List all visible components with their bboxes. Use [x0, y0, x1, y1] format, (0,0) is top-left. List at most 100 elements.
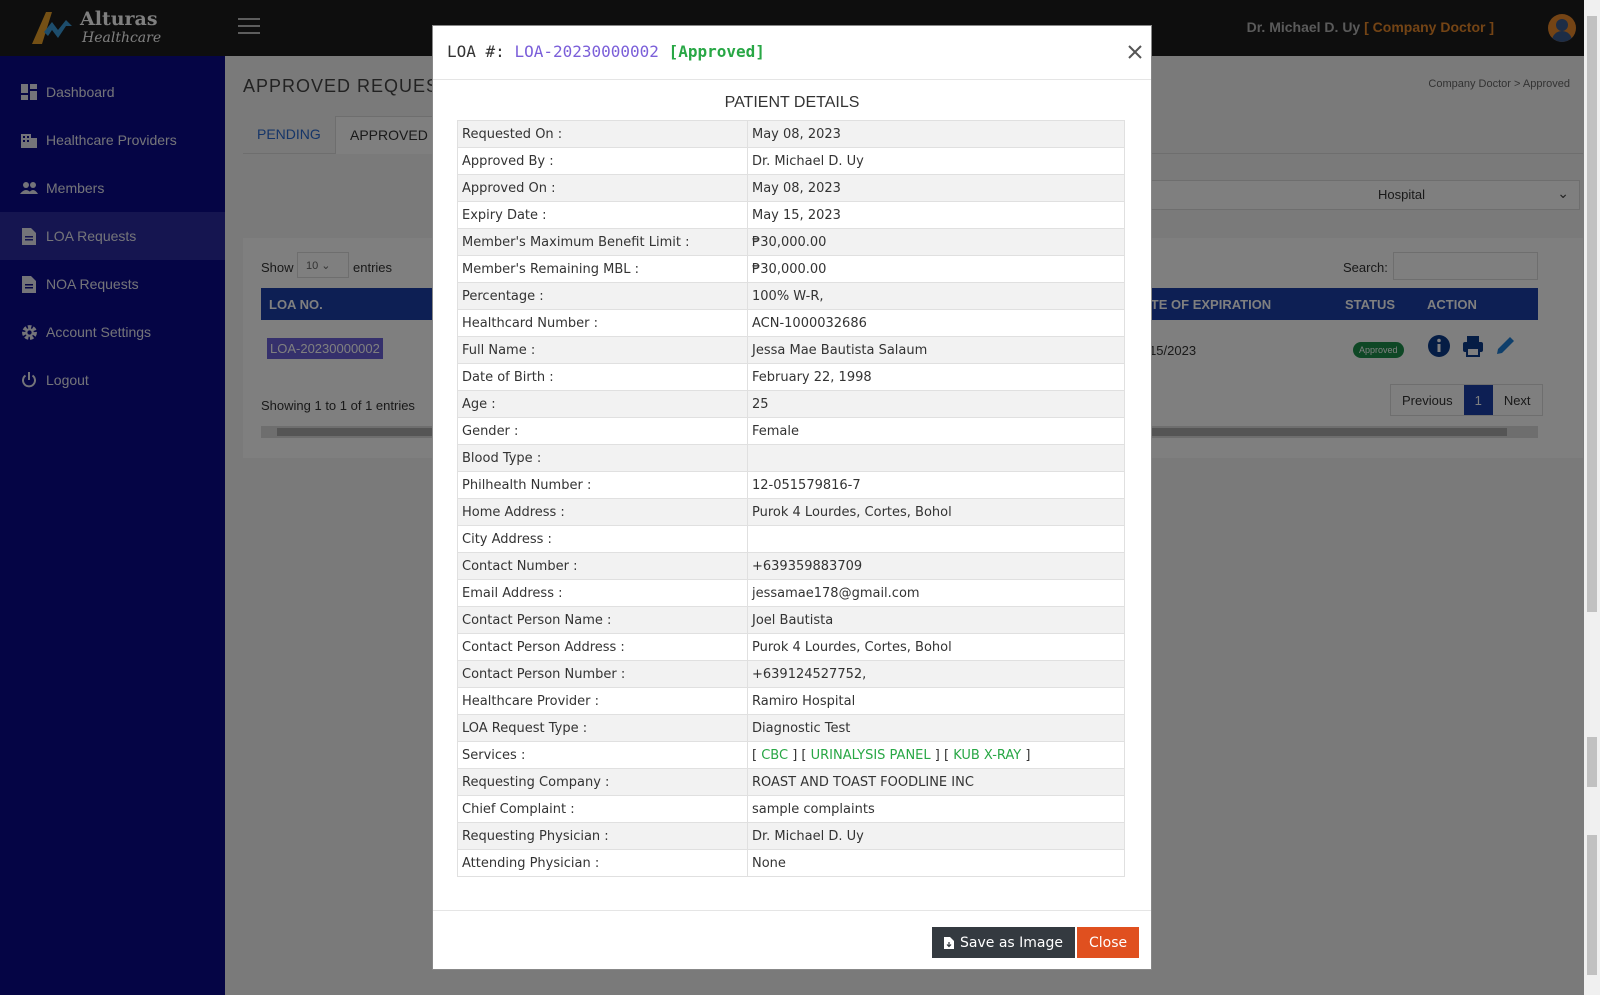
table-row: Attending Physician : None — [457, 849, 1125, 877]
detail-label: Member's Maximum Benefit Limit : — [457, 228, 748, 256]
detail-value: None — [747, 849, 1125, 877]
detail-value: +639124527752, — [747, 660, 1125, 688]
table-row: Contact Person Address : Purok 4 Lourdes,… — [457, 633, 1125, 661]
service-item: URINALYSIS PANEL — [810, 747, 931, 763]
detail-value: Purok 4 Lourdes, Cortes, Bohol — [747, 498, 1125, 526]
detail-label: Blood Type : — [457, 444, 748, 472]
table-row: Requesting Physician : Dr. Michael D. Uy — [457, 822, 1125, 850]
detail-label: Healthcare Provider : — [457, 687, 748, 715]
table-row: Gender : Female — [457, 417, 1125, 445]
detail-label: Home Address : — [457, 498, 748, 526]
table-row: Healthcare Provider : Ramiro Hospital — [457, 687, 1125, 715]
detail-label: Approved On : — [457, 174, 748, 202]
detail-value — [747, 525, 1125, 553]
detail-value: Jessa Mae Bautista Salaum — [747, 336, 1125, 364]
table-row: City Address : — [457, 525, 1125, 553]
detail-label: Healthcard Number : — [457, 309, 748, 337]
detail-label: Services : — [457, 741, 748, 769]
detail-value: Ramiro Hospital — [747, 687, 1125, 715]
table-row: Chief Complaint : sample complaints — [457, 795, 1125, 823]
detail-value — [747, 444, 1125, 472]
detail-label: Date of Birth : — [457, 363, 748, 391]
detail-value: February 22, 1998 — [747, 363, 1125, 391]
detail-label: Contact Person Name : — [457, 606, 748, 634]
detail-label: Requested On : — [457, 120, 748, 148]
table-row: Member's Remaining MBL : ₱30,000.00 — [457, 255, 1125, 283]
detail-label: Percentage : — [457, 282, 748, 310]
detail-label: Member's Remaining MBL : — [457, 255, 748, 283]
table-row: Expiry Date : May 15, 2023 — [457, 201, 1125, 229]
detail-value: 12-051579816-7 — [747, 471, 1125, 499]
section-title: PATIENT DETAILS — [724, 94, 860, 111]
detail-value: sample complaints — [747, 795, 1125, 823]
save-button-label: Save as Image — [960, 934, 1063, 951]
detail-label: Contact Person Address : — [457, 633, 748, 661]
table-row: Member's Maximum Benefit Limit : ₱30,000.… — [457, 228, 1125, 256]
detail-value: ROAST AND TOAST FOODLINE INC — [747, 768, 1125, 796]
detail-label: City Address : — [457, 525, 748, 553]
detail-label: LOA Request Type : — [457, 714, 748, 742]
service-item: KUB X-RAY — [953, 747, 1022, 763]
detail-value: Joel Bautista — [747, 606, 1125, 634]
loa-status: [Approved] — [668, 42, 765, 61]
detail-value: May 15, 2023 — [747, 201, 1125, 229]
detail-label: Gender : — [457, 417, 748, 445]
detail-value: May 08, 2023 — [747, 174, 1125, 202]
detail-label: Contact Person Number : — [457, 660, 748, 688]
save-as-image-button[interactable]: Save as Image — [932, 927, 1075, 958]
detail-value: ACN-1000032686 — [747, 309, 1125, 337]
table-row: Approved By : Dr. Michael D. Uy — [457, 147, 1125, 175]
detail-label: Attending Physician : — [457, 849, 748, 877]
table-row: Approved On : May 08, 2023 — [457, 174, 1125, 202]
table-row: Date of Birth : February 22, 1998 — [457, 363, 1125, 391]
detail-label: Expiry Date : — [457, 201, 748, 229]
detail-value: ₱30,000.00 — [747, 255, 1125, 283]
detail-label: Requesting Physician : — [457, 822, 748, 850]
detail-value: ₱30,000.00 — [747, 228, 1125, 256]
loa-number: LOA-20230000002 — [514, 42, 659, 61]
close-button[interactable]: Close — [1077, 927, 1140, 958]
detail-label: Full Name : — [457, 336, 748, 364]
close-icon[interactable] — [1123, 40, 1147, 64]
detail-value: jessamae178@gmail.com — [747, 579, 1125, 607]
detail-value: Dr. Michael D. Uy — [747, 822, 1125, 850]
detail-value: Diagnostic Test — [747, 714, 1125, 742]
detail-label: Approved By : — [457, 147, 748, 175]
modal-header: LOA #: LOA-20230000002 [Approved] — [433, 26, 1151, 80]
detail-label: Contact Number : — [457, 552, 748, 580]
detail-value: Dr. Michael D. Uy — [747, 147, 1125, 175]
table-row: Blood Type : — [457, 444, 1125, 472]
table-row: Full Name : Jessa Mae Bautista Salaum — [457, 336, 1125, 364]
detail-label: Philhealth Number : — [457, 471, 748, 499]
detail-label: Chief Complaint : — [457, 795, 748, 823]
services-value: [ CBC ] [ URINALYSIS PANEL ] [ KUB X-RAY… — [747, 741, 1125, 769]
detail-value: 25 — [747, 390, 1125, 418]
table-row: LOA Request Type : Diagnostic Test — [457, 714, 1125, 742]
table-row: Contact Person Number : +639124527752, — [457, 660, 1125, 688]
modal-title: LOA #: LOA-20230000002 [Approved] — [447, 42, 765, 61]
table-row: Requested On : May 08, 2023 — [457, 120, 1125, 148]
table-row: Home Address : Purok 4 Lourdes, Cortes, B… — [457, 498, 1125, 526]
file-download-icon — [944, 936, 954, 949]
page-scrollbar[interactable] — [1584, 0, 1600, 995]
service-item: CBC — [761, 747, 789, 763]
table-row: Percentage :100% W-R, — [457, 282, 1125, 310]
modal-footer: Save as Image Close — [433, 910, 1151, 970]
table-row: Age :25 — [457, 390, 1125, 418]
loa-details-modal: LOA #: LOA-20230000002 [Approved] PATIEN… — [432, 25, 1152, 970]
table-row: Healthcard Number : ACN-1000032686 — [457, 309, 1125, 337]
table-row: Services : [ CBC ] [ URINALYSIS PANEL ] … — [457, 741, 1125, 769]
detail-value: +639359883709 — [747, 552, 1125, 580]
table-row: Email Address : jessamae178@gmail.com — [457, 579, 1125, 607]
detail-value: May 08, 2023 — [747, 120, 1125, 148]
detail-label: Email Address : — [457, 579, 748, 607]
title-prefix: LOA #: — [447, 42, 505, 61]
detail-value: Purok 4 Lourdes, Cortes, Bohol — [747, 633, 1125, 661]
detail-value: 100% W-R, — [747, 282, 1125, 310]
detail-value: Female — [747, 417, 1125, 445]
detail-label: Age : — [457, 390, 748, 418]
table-row: Philhealth Number :12-051579816-7 — [457, 471, 1125, 499]
table-row: Contact Number : +639359883709 — [457, 552, 1125, 580]
detail-label: Requesting Company : — [457, 768, 748, 796]
table-row: Contact Person Name : Joel Bautista — [457, 606, 1125, 634]
